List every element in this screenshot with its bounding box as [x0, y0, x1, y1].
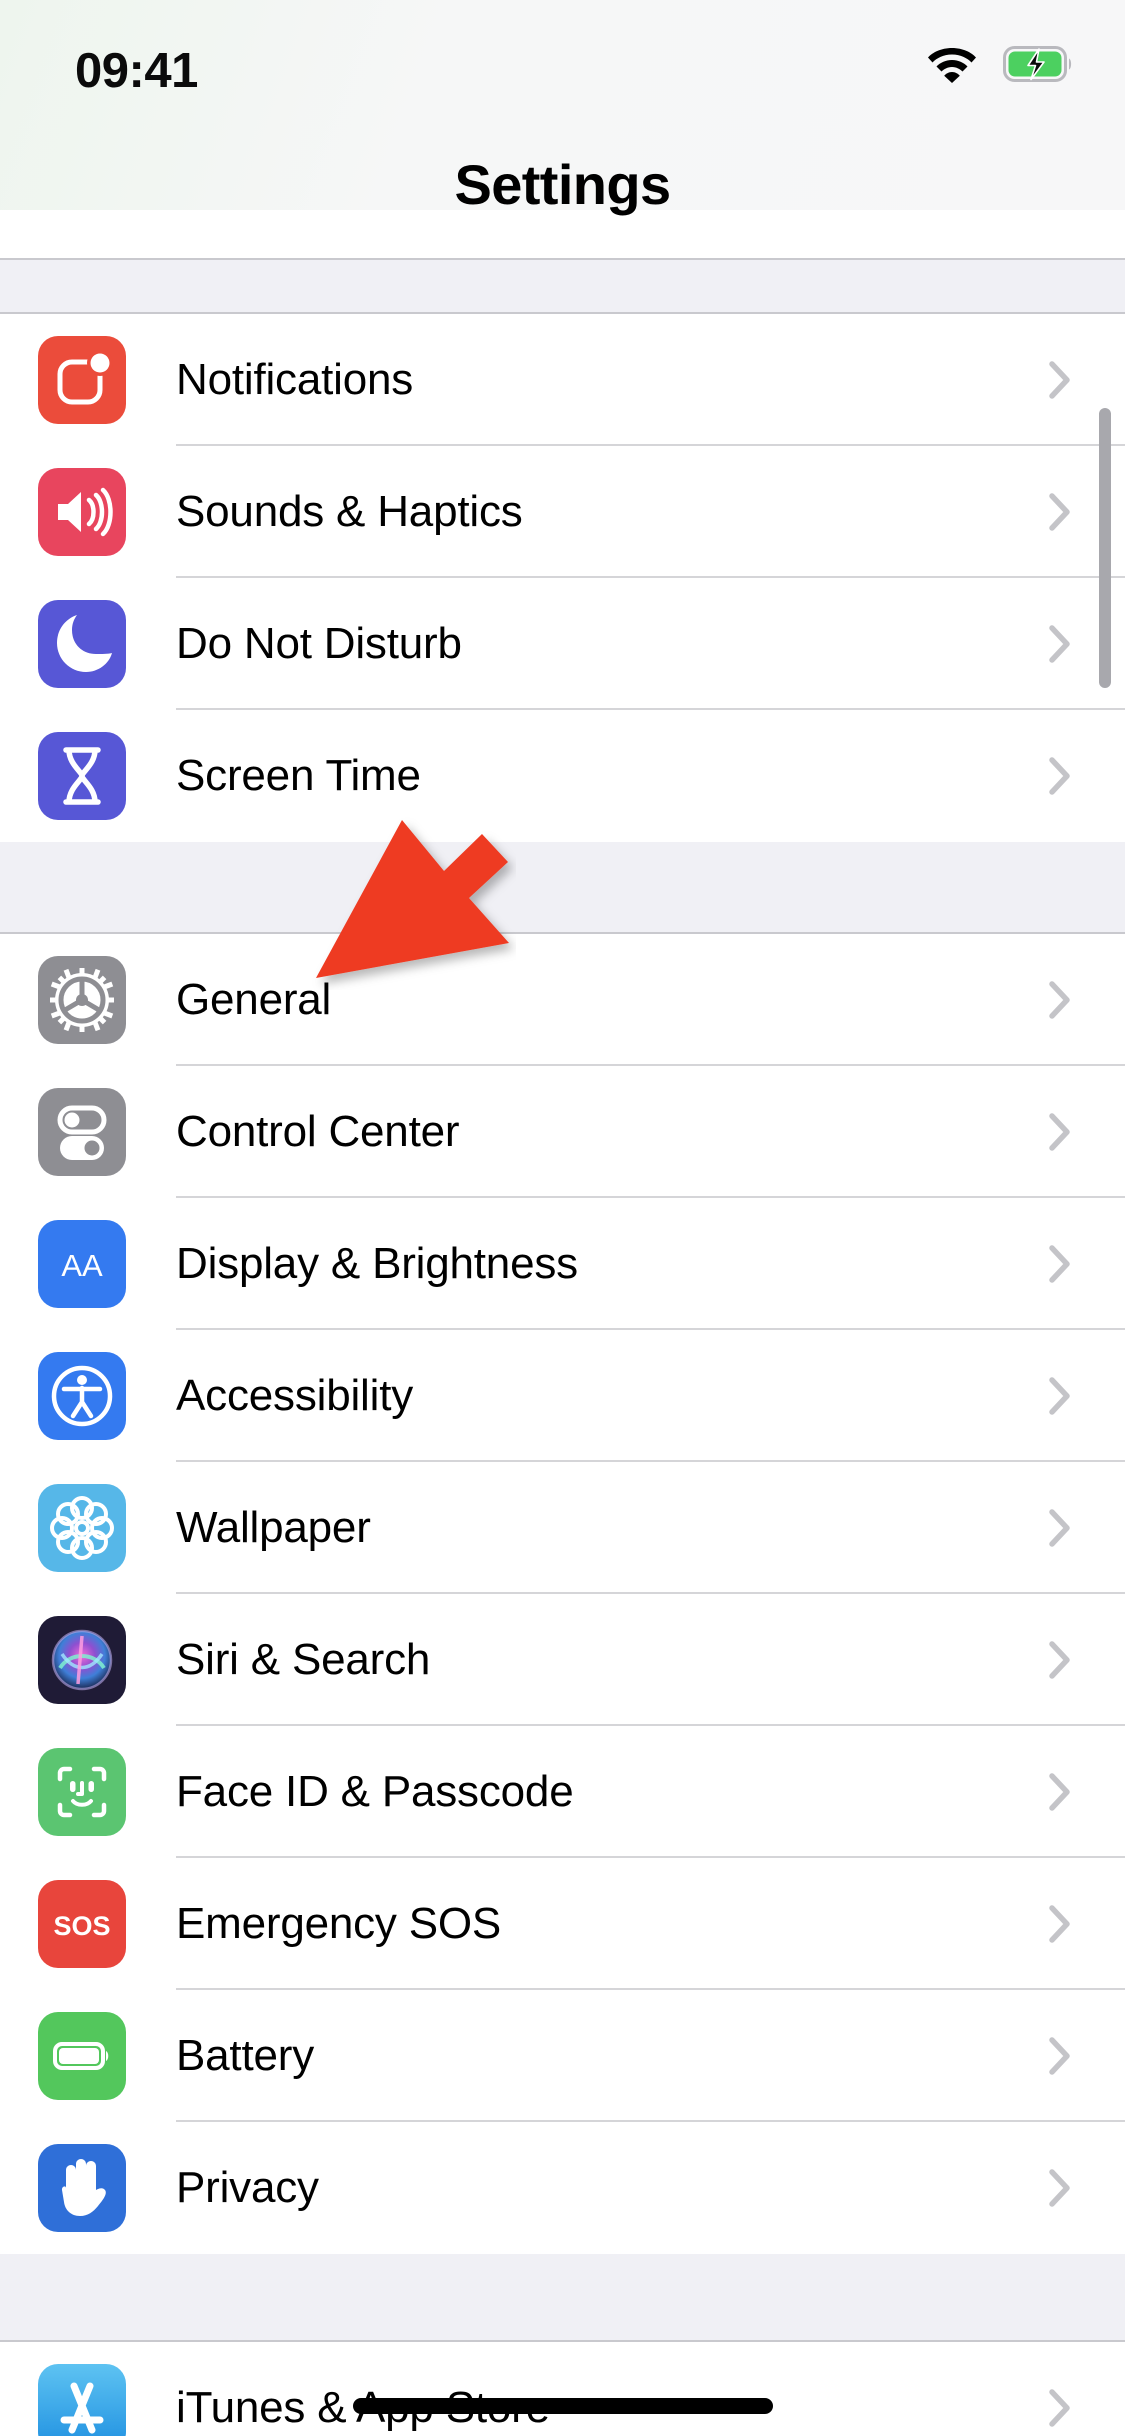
chevron-right-icon — [1049, 1641, 1070, 1679]
toggles-icon — [38, 1088, 126, 1176]
settings-row-sounds-haptics[interactable]: Sounds & Haptics — [0, 446, 1125, 578]
settings-row-label: Sounds & Haptics — [176, 487, 523, 536]
hourglass-icon — [38, 732, 126, 820]
face-id-icon — [38, 1748, 126, 1836]
status-indicators — [927, 45, 1073, 83]
settings-row-label: Notifications — [176, 355, 414, 404]
page-title: Settings — [454, 153, 671, 216]
settings-row-face-id-passcode[interactable]: Face ID & Passcode — [0, 1726, 1125, 1858]
scrollbar-thumb[interactable] — [1099, 408, 1111, 688]
chevron-right-icon — [1049, 625, 1070, 663]
settings-row-label: Accessibility — [176, 1371, 414, 1420]
status-time: 09:41 — [75, 44, 198, 98]
flower-icon — [38, 1484, 126, 1572]
aa-text-icon: AA — [38, 1220, 126, 1308]
chevron-right-icon — [1049, 493, 1070, 531]
settings-group-alerts: Notifications Sounds & Haptics Do Not Di… — [0, 314, 1125, 842]
settings-group-store: iTunes & App Store — [0, 2342, 1125, 2436]
chevron-right-icon — [1049, 981, 1070, 1019]
settings-row-label: Display & Brightness — [176, 1239, 578, 1288]
settings-row-privacy[interactable]: Privacy — [0, 2122, 1125, 2254]
chevron-right-icon — [1049, 1905, 1070, 1943]
chevron-right-icon — [1049, 2389, 1070, 2427]
settings-row-notifications[interactable]: Notifications — [0, 314, 1125, 446]
settings-row-emergency-sos[interactable]: SOS Emergency SOS — [0, 1858, 1125, 1990]
section-spacer-top — [0, 258, 1125, 314]
settings-row-wallpaper[interactable]: Wallpaper — [0, 1462, 1125, 1594]
hand-icon — [38, 2144, 126, 2232]
settings-row-battery[interactable]: Battery — [0, 1990, 1125, 2122]
settings-row-screen-time[interactable]: Screen Time — [0, 710, 1125, 842]
settings-row-general[interactable]: General — [0, 934, 1125, 1066]
settings-row-label: Wallpaper — [176, 1503, 371, 1552]
settings-row-label: Screen Time — [176, 751, 421, 800]
chevron-right-icon — [1049, 2169, 1070, 2207]
settings-row-itunes-app-store[interactable]: iTunes & App Store — [0, 2342, 1125, 2436]
settings-row-label: Siri & Search — [176, 1635, 431, 1684]
settings-row-label: Privacy — [176, 2163, 319, 2212]
gear-icon — [38, 956, 126, 1044]
wifi-icon — [927, 45, 977, 83]
chevron-right-icon — [1049, 1773, 1070, 1811]
siri-orb-icon — [38, 1616, 126, 1704]
settings-row-label: Battery — [176, 2031, 314, 2080]
settings-group-system: General Control Center AA Display & Brig… — [0, 934, 1125, 2254]
chevron-right-icon — [1049, 1509, 1070, 1547]
settings-row-label: Emergency SOS — [176, 1899, 502, 1948]
settings-row-label: Control Center — [176, 1107, 460, 1156]
settings-row-do-not-disturb[interactable]: Do Not Disturb — [0, 578, 1125, 710]
app-store-icon — [38, 2364, 126, 2436]
svg-text:AA: AA — [61, 1248, 103, 1283]
settings-row-siri-search[interactable]: Siri & Search — [0, 1594, 1125, 1726]
battery-icon — [38, 2012, 126, 2100]
svg-text:SOS: SOS — [53, 1911, 110, 1941]
settings-row-label: Do Not Disturb — [176, 619, 462, 668]
sos-icon: SOS — [38, 1880, 126, 1968]
chevron-right-icon — [1049, 361, 1070, 399]
settings-row-label: Face ID & Passcode — [176, 1767, 574, 1816]
notifications-icon — [38, 336, 126, 424]
settings-row-label: General — [176, 975, 332, 1024]
chevron-right-icon — [1049, 1245, 1070, 1283]
settings-row-control-center[interactable]: Control Center — [0, 1066, 1125, 1198]
moon-icon — [38, 600, 126, 688]
chevron-right-icon — [1049, 757, 1070, 795]
accessibility-icon — [38, 1352, 126, 1440]
settings-row-accessibility[interactable]: Accessibility — [0, 1330, 1125, 1462]
chevron-right-icon — [1049, 1377, 1070, 1415]
chevron-right-icon — [1049, 1113, 1070, 1151]
home-indicator — [352, 2398, 773, 2414]
speaker-icon — [38, 468, 126, 556]
settings-row-display-brightness[interactable]: AA Display & Brightness — [0, 1198, 1125, 1330]
chevron-right-icon — [1049, 2037, 1070, 2075]
iphone-settings-screen: 09:41 Settings Notifications Sounds & Ha… — [0, 0, 1125, 2436]
battery-charging-icon — [1003, 46, 1073, 82]
